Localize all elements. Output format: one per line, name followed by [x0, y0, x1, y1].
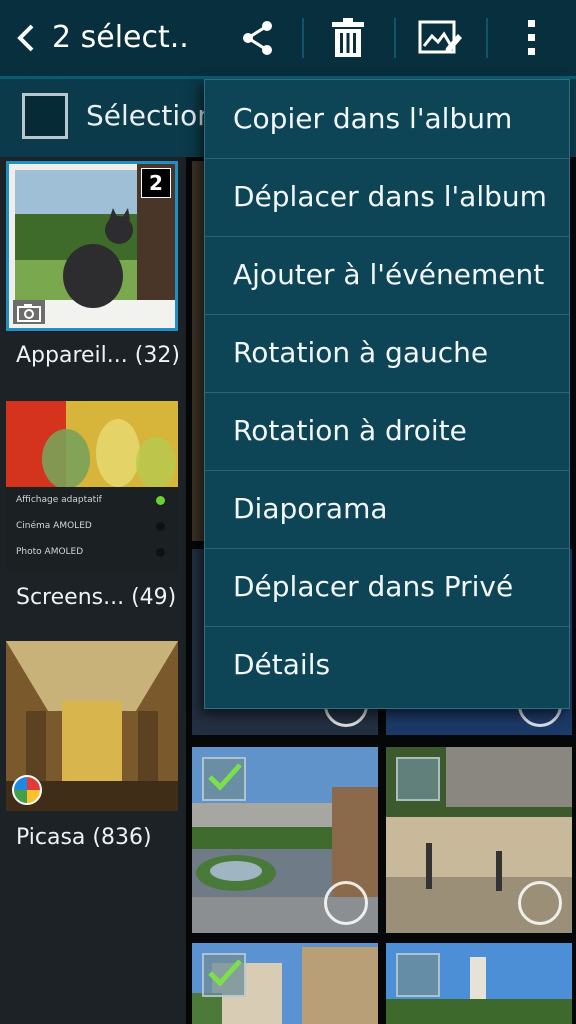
- radio-empty-icon: [156, 522, 165, 531]
- menu-item-label: Rotation à droite: [233, 414, 467, 447]
- photo-checkbox[interactable]: [396, 953, 440, 997]
- photo-tile[interactable]: [386, 747, 572, 933]
- back-button[interactable]: [8, 18, 44, 58]
- screenshots-album-image: [6, 401, 178, 487]
- menu-item-label: Déplacer dans l'album: [233, 180, 547, 213]
- album-sidebar: 2 Appareil... (32) Affichage adaptatif C…: [0, 157, 186, 1024]
- overflow-popup-menu: Copier dans l'album Déplacer dans l'albu…: [204, 79, 570, 709]
- picasa-icon: [12, 775, 42, 805]
- select-all-checkbox[interactable]: [22, 93, 68, 139]
- album-screenshots-label: Screens... (49): [16, 585, 177, 610]
- menu-item-add-to-event[interactable]: Ajouter à l'événement: [205, 236, 569, 315]
- photo-tile[interactable]: [192, 747, 378, 933]
- zoom-icon[interactable]: [518, 881, 562, 925]
- toolbar-divider: [394, 18, 396, 58]
- select-all-label: Sélection: [86, 99, 216, 132]
- zoom-icon[interactable]: [324, 881, 368, 925]
- menu-item-copy-to-album[interactable]: Copier dans l'album: [205, 80, 569, 159]
- radio-selected-icon: [156, 496, 165, 505]
- share-icon: [243, 21, 272, 55]
- selected-count-badge: 2: [141, 168, 171, 198]
- screenshot-row-2: Cinéma AMOLED: [16, 521, 92, 531]
- back-icon: [17, 24, 34, 52]
- overflow-menu-icon: [528, 20, 535, 55]
- photo-tile[interactable]: [386, 943, 572, 1024]
- screenshot-row-1: Affichage adaptatif: [16, 495, 102, 505]
- photo-checkbox[interactable]: [202, 953, 246, 997]
- album-picasa-label: Picasa (836): [16, 825, 152, 850]
- menu-item-rotate-right[interactable]: Rotation à droite: [205, 392, 569, 471]
- album-camera-label: Appareil... (32): [16, 343, 180, 368]
- menu-item-move-to-private[interactable]: Déplacer dans Privé: [205, 548, 569, 627]
- menu-item-move-to-album[interactable]: Déplacer dans l'album: [205, 158, 569, 237]
- checkmark-icon: [208, 763, 242, 791]
- menu-item-label: Ajouter à l'événement: [233, 258, 545, 291]
- menu-item-label: Rotation à gauche: [233, 336, 489, 369]
- photo-checkbox[interactable]: [202, 757, 246, 801]
- edit-image-button[interactable]: [416, 14, 464, 62]
- screenshot-row-3: Photo AMOLED: [16, 547, 84, 557]
- toolbar-divider: [302, 18, 304, 58]
- menu-item-details[interactable]: Détails: [205, 626, 569, 704]
- menu-item-label: Déplacer dans Privé: [233, 570, 514, 603]
- menu-item-label: Détails: [233, 648, 331, 681]
- action-bar: 2 sélect..: [0, 0, 576, 79]
- overflow-menu-button[interactable]: [508, 14, 556, 62]
- menu-item-label: Copier dans l'album: [233, 102, 513, 135]
- photo-checkbox[interactable]: [396, 757, 440, 801]
- share-button[interactable]: [234, 14, 282, 62]
- album-camera-thumbnail[interactable]: 2: [6, 161, 178, 331]
- checkmark-icon: [208, 959, 242, 987]
- toolbar-divider: [486, 18, 488, 58]
- radio-empty-icon: [156, 548, 165, 557]
- selection-count-title: 2 sélect..: [52, 20, 189, 55]
- menu-item-slideshow[interactable]: Diaporama: [205, 470, 569, 549]
- album-picasa-thumbnail[interactable]: [6, 641, 178, 811]
- edit-image-icon: [418, 20, 462, 54]
- screenshot-settings-panel: Affichage adaptatif Cinéma AMOLED Photo …: [6, 487, 178, 571]
- delete-button[interactable]: [324, 14, 372, 62]
- menu-item-rotate-left[interactable]: Rotation à gauche: [205, 314, 569, 393]
- menu-item-label: Diaporama: [233, 492, 388, 525]
- photo-tile[interactable]: [192, 943, 378, 1024]
- album-screenshots-thumbnail[interactable]: Affichage adaptatif Cinéma AMOLED Photo …: [6, 401, 178, 571]
- trash-icon: [332, 18, 364, 57]
- camera-icon: [13, 300, 45, 324]
